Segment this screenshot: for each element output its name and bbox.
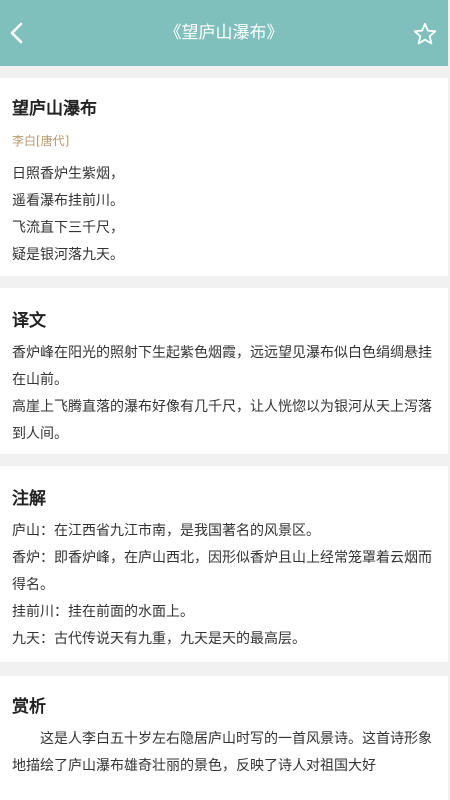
translation-paragraph: 香炉峰在阳光的照射下生起紫色烟霞，远远望见瀑布似白色绢绸悬挂在山前。 bbox=[12, 345, 432, 388]
poem-author[interactable]: 李白[唐代] bbox=[12, 132, 69, 149]
poem-line: 遥看瀑布挂前川。 bbox=[12, 193, 124, 209]
poem-line: 日照香炉生紫烟， bbox=[12, 166, 124, 182]
note-item: 挂前川：挂在前面的水面上。 bbox=[12, 604, 194, 620]
poem-title: 望庐山瀑布 bbox=[12, 99, 97, 119]
poem-line: 疑是银河落九天。 bbox=[12, 247, 124, 263]
app-screen: 《望庐山瀑布》 望庐山瀑布 李白[唐代] 日照香炉生紫烟， 遥看瀑布挂前川。 飞… bbox=[0, 0, 450, 800]
notes-card: 注解 庐山：在江西省九江市南，是我国著名的风景区。 香炉：即香炉峰，在庐山西北，… bbox=[0, 466, 448, 662]
translation-paragraph: 高崖上飞腾直落的瀑布好像有几千尺，让人恍惚以为银河从天上泻落到人间。 bbox=[12, 399, 432, 442]
translation-heading: 译文 bbox=[12, 311, 46, 331]
appreciation-heading: 赏析 bbox=[12, 697, 46, 717]
top-app-bar: 《望庐山瀑布》 bbox=[0, 0, 448, 66]
note-item: 香炉：即香炉峰，在庐山西北，因形似香炉且山上经常笼罩着云烟而得名。 bbox=[12, 550, 432, 593]
poem-line: 飞流直下三千尺， bbox=[12, 220, 124, 236]
note-item: 庐山：在江西省九江市南，是我国著名的风景区。 bbox=[12, 523, 320, 539]
page-title: 《望庐山瀑布》 bbox=[164, 23, 284, 43]
notes-heading: 注解 bbox=[12, 489, 46, 509]
translation-card: 译文 香炉峰在阳光的照射下生起紫色烟霞，远远望见瀑布似白色绢绸悬挂在山前。 高崖… bbox=[0, 288, 448, 454]
favorite-star-icon[interactable] bbox=[413, 22, 437, 46]
note-item: 九天：古代传说天有九重，九天是天的最高层。 bbox=[12, 631, 306, 647]
appreciation-card: 赏析 这是人李白五十岁左右隐居庐山时写的一首风景诗。这首诗形象地描绘了庐山瀑布雄… bbox=[0, 676, 448, 800]
appreciation-text: 这是人李白五十岁左右隐居庐山时写的一首风景诗。这首诗形象地描绘了庐山瀑布雄奇壮丽… bbox=[12, 731, 432, 774]
poem-card: 望庐山瀑布 李白[唐代] 日照香炉生紫烟， 遥看瀑布挂前川。 飞流直下三千尺， … bbox=[0, 78, 448, 276]
